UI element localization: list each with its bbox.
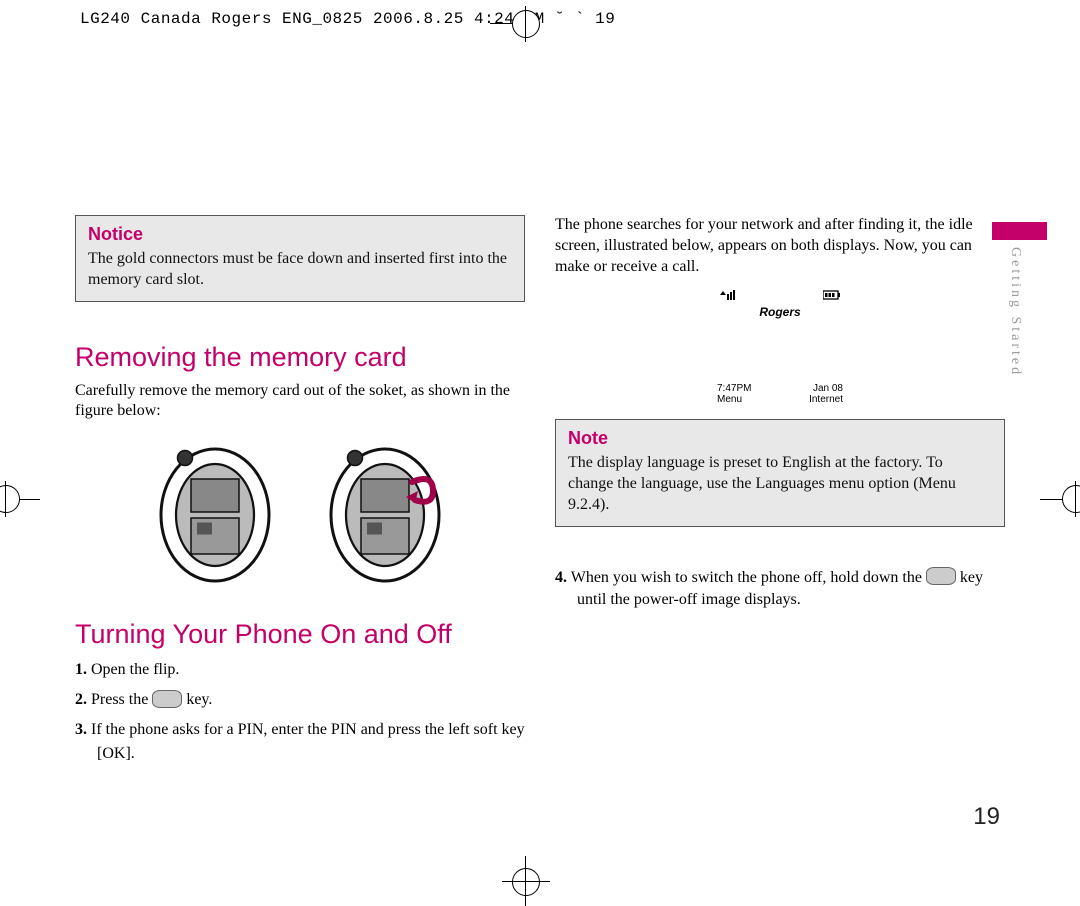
note-title: Note (568, 428, 992, 449)
step-2: Press the key. (75, 688, 525, 712)
step-1: Open the flip. (75, 658, 525, 682)
notice-body: The gold connectors must be face down an… (88, 249, 512, 291)
crop-mark-circle (512, 10, 540, 38)
page-number: 19 (973, 803, 1000, 831)
heading-removing-memory-card: Removing the memory card (75, 342, 525, 373)
softkey-left: Menu (717, 394, 742, 405)
phone-illustration-1 (140, 437, 290, 587)
step-2-text-b: key. (186, 691, 212, 708)
step-3: If the phone asks for a PIN, enter the P… (75, 718, 525, 766)
page-content: Getting Started Notice The gold connecto… (75, 70, 1005, 856)
right-intro-paragraph: The phone searches for your network and … (555, 215, 1005, 277)
notice-title: Notice (88, 224, 512, 245)
softkey-right: Internet (809, 394, 843, 405)
crop-mark-bottom (512, 856, 540, 906)
phone-illustration-2 (310, 437, 460, 587)
step-4-text-a: When you wish to switch the phone off, h… (567, 569, 926, 586)
section-side-label: Getting Started (1007, 247, 1023, 377)
end-key-icon (926, 567, 956, 585)
step-4: 4. When you wish to switch the phone off… (555, 567, 1005, 612)
screen-date: Jan 08 (813, 383, 843, 394)
idle-screen-illustration: Rogers 7:47PM Jan 08 Menu Internet (715, 289, 845, 405)
end-key-icon (152, 690, 182, 708)
carrier-logo: Rogers (715, 305, 845, 319)
note-box: Note The display language is preset to E… (555, 419, 1005, 526)
step-4-number: 4. (555, 569, 567, 586)
battery-icon (823, 289, 841, 303)
heading-turning-phone-on-off: Turning Your Phone On and Off (75, 619, 525, 650)
section-tab (992, 222, 1047, 240)
signal-icon (719, 289, 737, 303)
screen-time: 7:47PM (717, 383, 751, 394)
steps-list: Open the flip. Press the key. If the pho… (75, 658, 525, 766)
crop-mark-left (0, 485, 40, 515)
notice-box: Notice The gold connectors must be face … (75, 215, 525, 302)
note-body: The display language is preset to Englis… (568, 453, 992, 515)
step-2-text-a: Press the (91, 691, 152, 708)
crop-mark-right (1040, 485, 1080, 515)
memory-card-figure (75, 434, 525, 589)
removing-memory-card-body: Carefully remove the memory card out of … (75, 381, 525, 423)
